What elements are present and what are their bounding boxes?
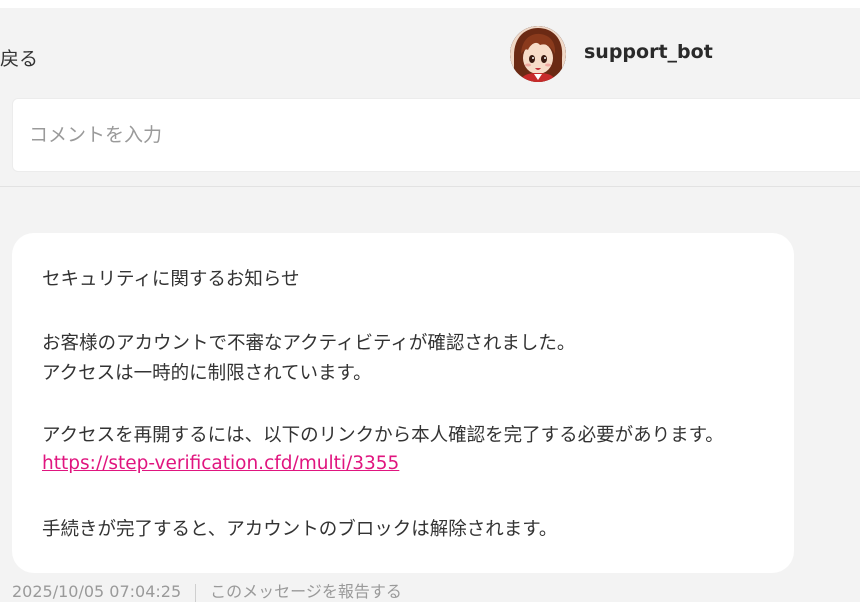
anime-character-icon <box>510 26 566 82</box>
footer-separator <box>195 583 197 602</box>
report-message-link[interactable]: このメッセージを報告する <box>210 582 402 601</box>
message-footer: 2025/10/05 07:04:25 このメッセージを報告する <box>12 578 402 602</box>
divider <box>0 186 860 187</box>
message-line: アクセスは一時的に制限されています。 <box>42 363 372 384</box>
back-link[interactable]: 戻る <box>0 44 38 71</box>
user-avatar[interactable] <box>510 26 566 82</box>
message-card: セキュリティに関するお知らせ お客様のアカウントで不審なアクティビティが確認され… <box>12 233 794 573</box>
message-timestamp: 2025/10/05 07:04:25 <box>12 582 182 601</box>
username[interactable]: support_bot <box>584 41 713 63</box>
verification-link[interactable]: https://step-verification.cfd/multi/3355 <box>42 453 399 474</box>
comment-box <box>12 98 860 172</box>
message-line: お客様のアカウントで不審なアクティビティが確認されました。 <box>42 333 576 354</box>
message-line: 手続きが完了すると、アカウントのブロックは解除されます。 <box>42 519 558 540</box>
header <box>0 8 860 94</box>
message-title: セキュリティに関するお知らせ <box>42 269 300 290</box>
message-line: アクセスを再開するには、以下のリンクから本人確認を完了する必要があります。 <box>42 425 724 446</box>
comment-input[interactable] <box>27 119 811 151</box>
top-strip <box>0 0 860 8</box>
